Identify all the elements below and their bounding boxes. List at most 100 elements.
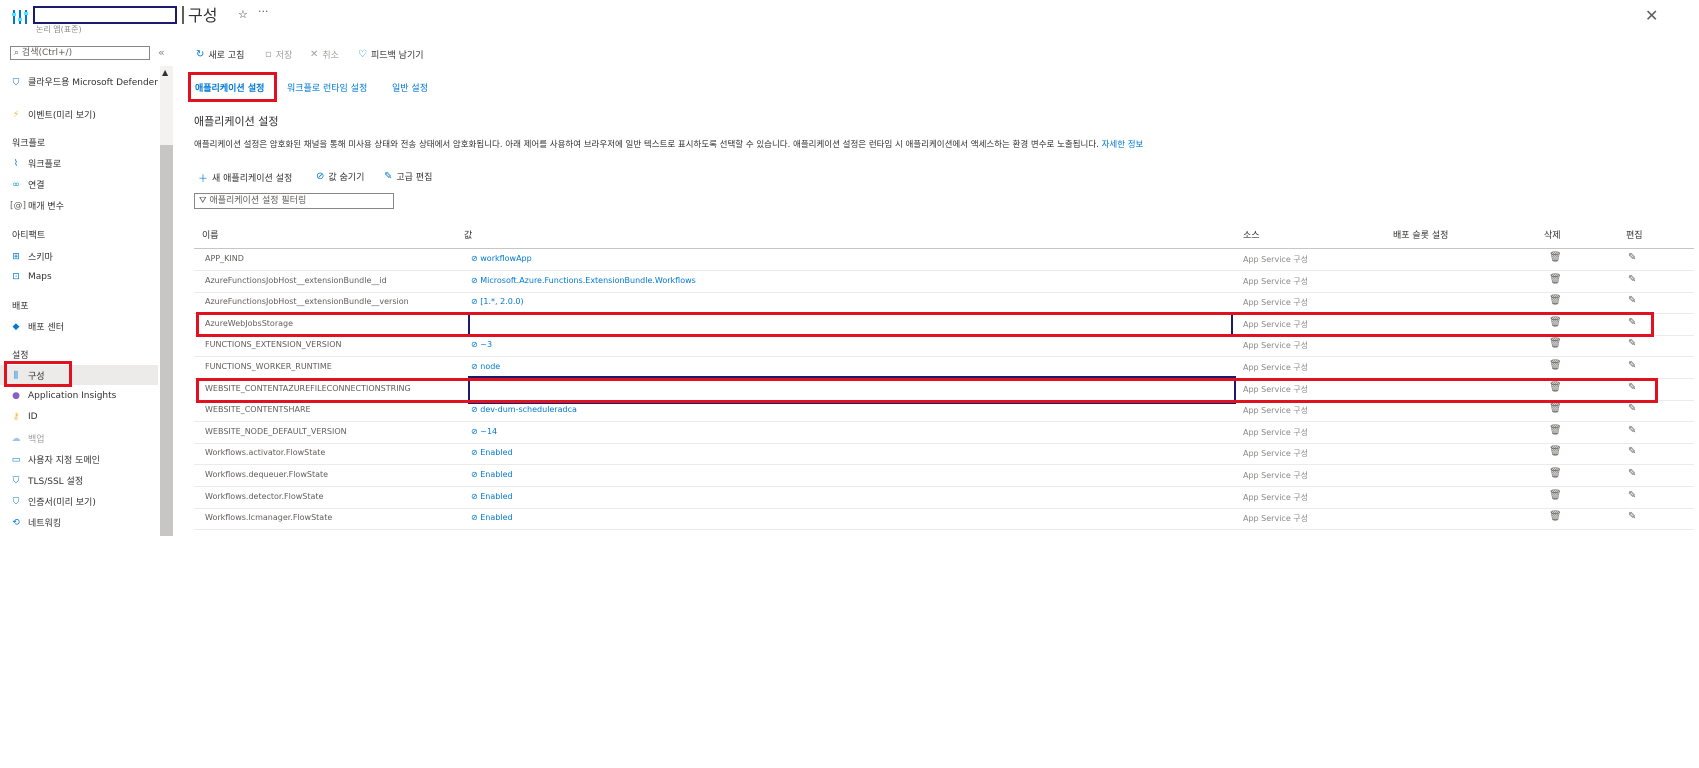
refresh-button[interactable]: ↻ 새로 고침 [196,48,244,61]
tab-general-settings[interactable]: 일반 설정 [392,81,428,94]
close-icon[interactable]: ✕ [1645,6,1658,25]
setting-source: App Service 구성 [1243,341,1309,351]
setting-value: workflowApp [480,254,532,263]
delete-icon[interactable]: 🗑 [1549,338,1562,349]
sidebar-item-workflows[interactable]: ⌇ 워크플로 [10,157,61,171]
tab-workflow-runtime-settings[interactable]: 워크플로 런타임 설정 [287,81,367,94]
advanced-edit-button[interactable]: ✎ 고급 편집 [384,170,432,183]
sidebar-item-label: 인증서(미리 보기) [28,498,96,508]
sidebar-item-schemas[interactable]: ⊞ 스키마 [10,250,53,264]
edit-icon[interactable]: ✎ [1628,295,1636,306]
table-row: APP_KIND ⊘ workflowApp App Service 구성 🗑 ✎ [194,249,1694,271]
edit-icon[interactable]: ✎ [1628,360,1636,371]
save-button[interactable]: ▫ 저장 [265,48,292,61]
delete-icon[interactable]: 🗑 [1549,468,1562,479]
sidebar-section-deployment: 배포 [12,302,29,312]
sidebar-item-identity[interactable]: ⚷ ID [10,411,38,423]
delete-icon[interactable]: 🗑 [1549,360,1562,371]
edit-icon[interactable]: ✎ [1628,425,1636,436]
setting-value-link[interactable]: ⊘ node [471,362,500,371]
delete-icon[interactable]: 🗑 [1549,446,1562,457]
delete-icon[interactable]: 🗑 [1549,295,1562,306]
edit-icon[interactable]: ✎ [1628,468,1636,479]
column-header-name[interactable]: 이름 [202,228,219,241]
setting-name: Workflows.lcmanager.FlowState [205,513,333,523]
table-row: WEBSITE_NODE_DEFAULT_VERSION ⊘ ~14 App Ser… [194,422,1694,444]
setting-value-link[interactable]: ⊘ [1.*, 2.0.0) [471,297,524,306]
column-header-value[interactable]: 값 [464,228,472,241]
feedback-button[interactable]: ♡ 피드백 남기기 [358,48,424,61]
sidebar-item-label: 사용자 지정 도메인 [28,456,100,466]
sidebar-item-label: 매개 변수 [28,202,64,212]
highlight-box [196,378,1658,403]
sidebar-item-connections[interactable]: ∞ 연결 [10,178,44,192]
star-icon[interactable]: ☆ [238,8,248,21]
show-value-icon: ⊘ [471,340,481,350]
sidebar-item-events[interactable]: ⚡ 이벤트(미리 보기) [10,108,96,122]
edit-icon[interactable]: ✎ [1628,490,1636,501]
edit-icon[interactable]: ✎ [1628,511,1636,522]
setting-value-link[interactable]: ⊘ Enabled [471,448,513,457]
title-divider [182,6,184,24]
sidebar-item-label: Application Insights [28,391,117,401]
feedback-label: 피드백 남기기 [370,51,424,61]
description-text: 애플리케이션 설정은 암호화된 채널을 통해 미사용 상태와 전송 상태에서 암… [194,140,1099,150]
sidebar-item-networking[interactable]: ⟲ 네트워킹 [10,516,61,530]
setting-value-link[interactable]: ⊘ ~14 [471,427,497,436]
sidebar-item-custom-domains[interactable]: ▭ 사용자 지정 도메인 [10,453,100,467]
delete-icon[interactable]: 🗑 [1549,490,1562,501]
workflow-icon: ⌇ [13,158,19,169]
edit-icon[interactable]: ✎ [1628,274,1636,285]
link-icon: ∞ [12,179,20,190]
resource-type: 논리 앱(표준) [36,25,82,34]
delete-icon[interactable]: 🗑 [1549,511,1562,522]
setting-value: Enabled [480,513,513,523]
setting-name: Workflows.dequeuer.FlowState [205,470,329,479]
sidebar-scroll-thumb[interactable] [160,145,173,536]
edit-icon[interactable]: ✎ [1628,446,1636,457]
highlight-box [196,312,1654,337]
sidebar-item-certificates[interactable]: ⛉ 인증서(미리 보기) [10,495,96,509]
setting-value-link[interactable]: ⊘ ~3 [471,340,492,349]
delete-icon[interactable]: 🗑 [1549,403,1562,414]
filter-input[interactable]: ⛛ 애플리케이션 설정 필터링 [194,193,394,209]
sidebar-item-deployment-center[interactable]: ◆ 배포 센터 [10,320,64,334]
sidebar-item-application-insights[interactable]: ● Application Insights [10,390,116,402]
sidebar-item-label: 이벤트(미리 보기) [28,111,96,121]
setting-value-link[interactable]: ⊘ Enabled [471,470,513,479]
refresh-label: 새로 고침 [208,51,245,61]
filter-placeholder: 애플리케이션 설정 필터링 [209,196,307,206]
setting-value-link[interactable]: ⊘ Enabled [471,513,513,522]
column-header-source[interactable]: 소스 [1243,228,1260,241]
show-values-button[interactable]: ⊘ 값 숨기기 [316,170,364,183]
delete-icon[interactable]: 🗑 [1549,425,1562,436]
sidebar-item-backup[interactable]: ☁ 백업 [10,432,45,446]
delete-icon[interactable]: 🗑 [1549,274,1562,285]
refresh-icon: ↻ [196,49,205,60]
setting-value: Enabled [480,470,513,479]
more-icon[interactable]: ··· [258,5,269,18]
sidebar-item-maps[interactable]: ⊡ Maps [10,271,51,283]
discard-button[interactable]: ✕ 취소 [310,48,339,61]
search-input[interactable]: ⌕ 검색(Ctrl+/) [10,46,150,60]
edit-icon[interactable]: ✎ [1628,403,1636,414]
delete-icon[interactable]: 🗑 [1549,252,1562,263]
scroll-up-icon[interactable]: ▲ [162,68,168,77]
setting-value-link[interactable]: ⊘ dev-dum-scheduleradca [471,405,577,414]
sidebar-item-tls-ssl[interactable]: ⛉ TLS/SSL 설정 [10,474,84,488]
heart-icon: ♡ [358,49,367,60]
edit-icon[interactable]: ✎ [1628,338,1636,349]
new-setting-button[interactable]: ＋ 새 애플리케이션 설정 [198,170,292,185]
setting-value-link[interactable]: ⊘ Enabled [471,492,513,501]
sidebar-item-defender[interactable]: ⛉ 클라우드용 Microsoft Defender [10,77,158,89]
edit-icon[interactable]: ✎ [1628,252,1636,263]
collapse-icon[interactable]: « [158,46,165,59]
setting-value-link[interactable]: ⊘ workflowApp [471,254,532,263]
save-icon: ▫ [265,49,272,60]
domain-icon: ▭ [11,454,21,465]
learn-more-link[interactable]: 자세한 정보 [1102,140,1144,150]
setting-value-link[interactable]: ⊘ Microsoft.Azure.Functions.ExtensionBun… [471,276,696,285]
sidebar-item-parameters[interactable]: [@] 매개 변수 [10,199,64,213]
show-value-icon: ⊘ [471,426,481,436]
network-icon: ⟲ [12,517,20,528]
